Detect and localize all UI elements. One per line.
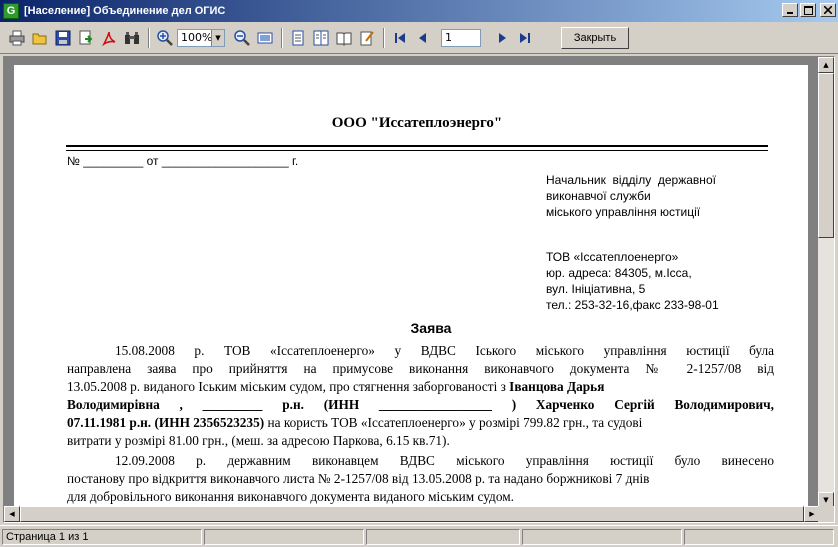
export-icon [79,30,92,44]
arrow-up-icon: ▲ [823,61,829,69]
paragraph-line: витрати у розмірі 81.00 грн., (меш. за а… [67,433,450,448]
recipient-line: міського управління юстиції [546,205,701,219]
toolbar-separator [148,27,150,48]
document-title: Заява [410,320,452,336]
header-rule-thin [66,150,768,151]
find-button[interactable] [121,27,142,48]
edit-page-icon [360,30,374,45]
close-window-button[interactable] [820,3,836,17]
binoculars-icon [124,31,139,44]
minimize-icon [787,12,793,14]
page-width-button[interactable] [254,27,275,48]
recipient-line: виконавчої служби [546,189,651,203]
paragraph-line: 12.09.2008 р. державним виконавцем ВДВС … [115,453,774,468]
chevron-down-icon: ▼ [211,29,224,46]
scroll-up-button[interactable]: ▲ [818,57,834,73]
zoom-select[interactable]: 100% ▼ [177,28,225,47]
status-cell-empty [204,528,364,545]
next-page-icon [498,32,506,43]
book-view-button[interactable] [333,27,354,48]
debtor-name: Іванцова Дарья [509,379,605,394]
export-pdf-button[interactable] [98,27,119,48]
one-page-button[interactable] [287,27,308,48]
title-bar: G [Население] Объединение дел ОГИС [0,0,838,22]
maximize-icon [803,5,813,15]
zoom-in-icon [156,29,173,46]
maximize-button[interactable] [800,3,816,17]
paragraph-line: постанову про відкриття виконавчого лист… [67,471,650,486]
status-cell-empty [366,528,520,545]
paragraph-line: для добровільного виконання виконавчого … [67,489,514,504]
paragraph-text: 13.05.2008 р. виданого Іським міським су… [67,379,510,394]
sender-line: юр. адреса: 84305, м.Ісса, [546,266,692,280]
floppy-disk-icon [55,30,70,45]
window-title: [Население] Объединение дел ОГИС [24,5,226,17]
next-page-button[interactable] [491,27,512,48]
paragraph-line: 07.11.1981 р.н. (ИНН 2356523235) на кори… [67,414,774,432]
first-page-button[interactable] [389,27,410,48]
debtor-details: 07.11.1981 р.н. (ИНН 2356523235) [67,415,265,430]
status-bar: Страница 1 из 1 [0,525,838,547]
paragraph-line: 13.05.2008 р. виданого Іським міським су… [67,378,774,396]
sender-line: ТОВ «Іссатеплоенерго» [546,250,679,264]
arrow-down-icon: ▼ [823,496,829,504]
vertical-scroll-thumb[interactable] [818,73,834,238]
minimize-button[interactable] [782,3,798,17]
app-icon: G [3,3,19,19]
close-icon [824,6,832,14]
header-rule [66,145,768,147]
zoom-out-icon [233,29,250,46]
horizontal-scroll-thumb[interactable] [20,506,804,522]
open-folder-icon [32,33,46,44]
scroll-left-button[interactable]: ◀ [4,506,20,522]
sender-line: тел.: 253-32-16,факс 233-98-01 [546,298,719,312]
toolbar-separator [281,27,283,48]
paragraph-line: Володимирівна , _________ р.н. (ИНН ____… [67,397,774,412]
toolbar-separator [383,27,385,48]
page-number-input[interactable]: 1 [441,28,481,47]
save-button[interactable] [52,27,73,48]
arrow-left-icon: ◀ [9,510,15,518]
paragraph-line: 15.08.2008 р. ТОВ «Іссатеплоенерго» у ВД… [115,343,774,358]
zoom-value: 100% [181,31,213,44]
edit-button[interactable] [356,27,377,48]
vertical-scrollbar[interactable]: ▲ ▼ [818,57,834,508]
paragraph-line: направлена заява про прийняття на примус… [67,361,774,376]
last-page-button[interactable] [514,27,535,48]
last-page-icon [519,32,530,43]
status-cell-empty [522,528,682,545]
page-info: Страница 1 из 1 [2,528,202,545]
recipient-line: Начальник відділу державної [546,173,716,187]
sender-line: вул. Ініціативна, 5 [546,282,646,296]
prev-page-icon [418,32,426,43]
paragraph-text: на користь ТОВ «Іссатеплоенерго» у розмі… [264,415,643,430]
status-cell-empty [684,528,834,545]
prev-page-button[interactable] [412,27,433,48]
horizontal-scrollbar[interactable]: ◀ ▶ [4,506,820,522]
print-button[interactable] [6,27,27,48]
open-button[interactable] [29,27,50,48]
book-icon [336,32,351,46]
page-width-icon [257,32,272,43]
close-button[interactable]: Закрыть [561,27,629,49]
document-number-line: № _________ от ___________________ г. [67,154,299,168]
company-name: ООО "Иссатеплоэнерго" [331,115,503,131]
single-page-icon [292,30,303,45]
printer-icon [9,30,24,45]
scrollbar-corner [818,506,834,522]
export-button[interactable] [75,27,96,48]
first-page-icon [394,32,405,43]
multi-page-button[interactable] [310,27,331,48]
zoom-out-button[interactable] [231,27,252,48]
arrow-right-icon: ▶ [809,510,815,518]
pdf-icon [101,31,115,46]
multi-page-icon [313,30,328,45]
zoom-in-button[interactable] [154,27,175,48]
toolbar: 100% ▼ 1 Закрыть [0,22,838,54]
